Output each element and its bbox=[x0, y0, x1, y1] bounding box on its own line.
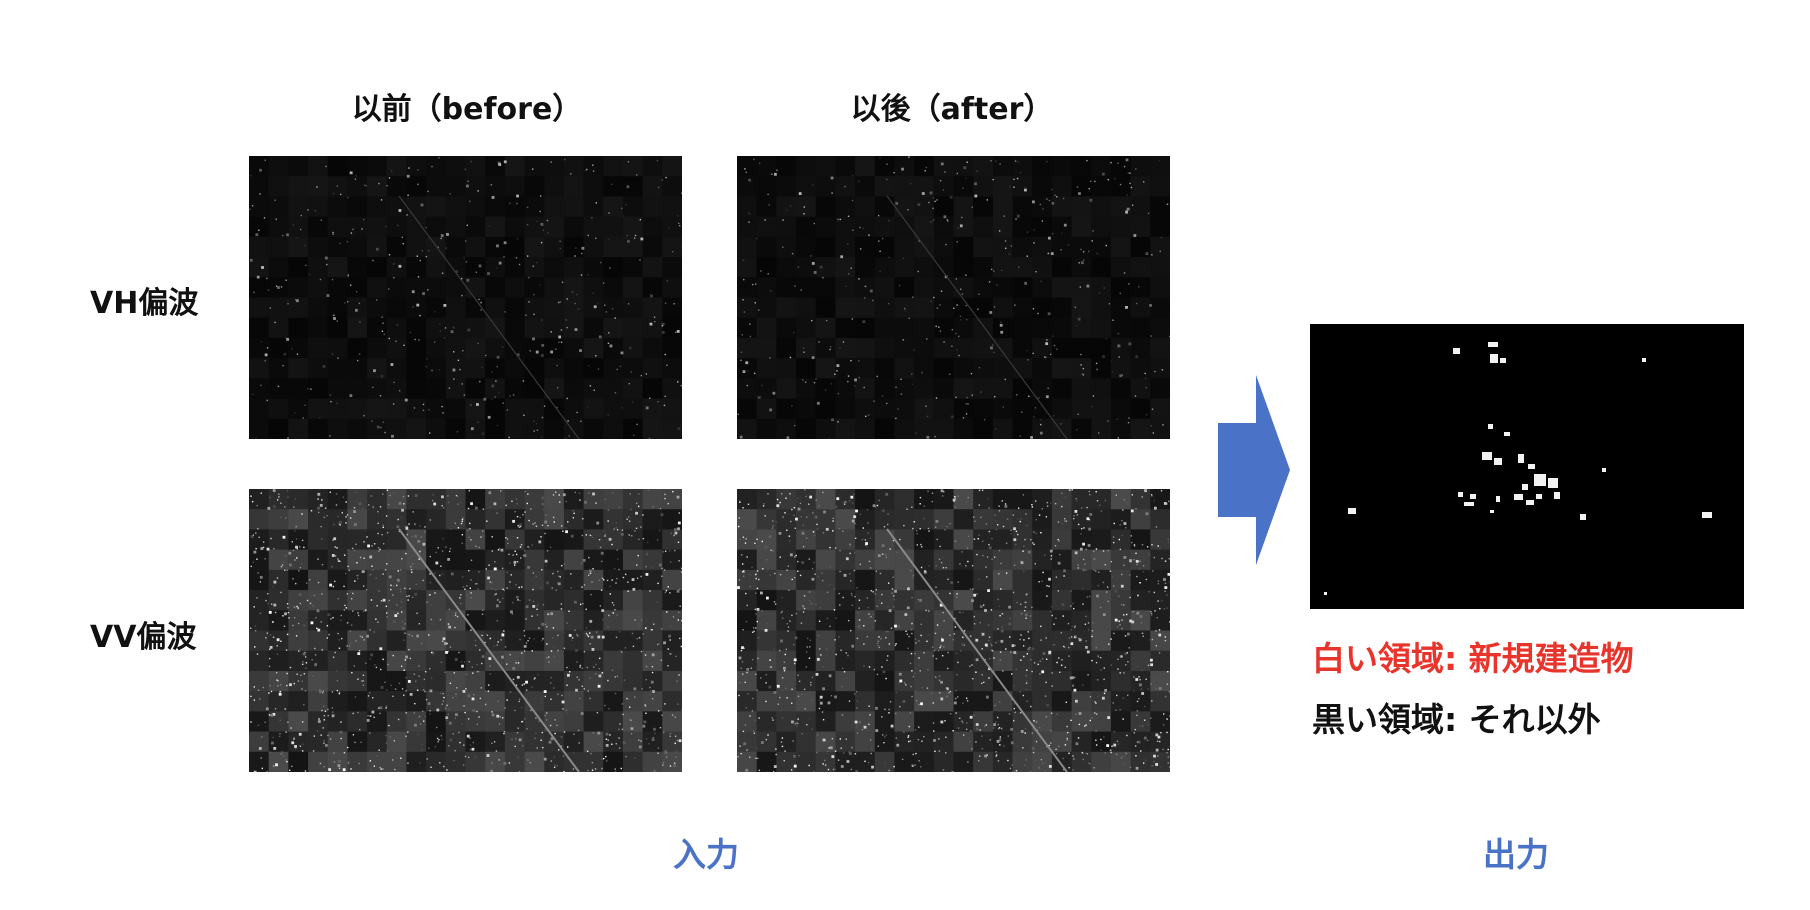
sar-image-vh-before bbox=[249, 156, 682, 439]
sar-image-vh-after bbox=[737, 156, 1170, 439]
row-header-vh: VH偏波 bbox=[90, 286, 199, 321]
row-header-vv: VV偏波 bbox=[90, 620, 197, 655]
output-change-mask bbox=[1310, 324, 1744, 609]
column-header-after: 以後（after） bbox=[850, 92, 1054, 127]
legend-black-region: 黒い領域: それ以外 bbox=[1312, 700, 1601, 739]
column-header-before: 以前（before） bbox=[351, 92, 583, 127]
sar-image-vv-after bbox=[737, 489, 1170, 772]
legend-white-region: 白い領域: 新規建造物 bbox=[1312, 639, 1634, 678]
change-mask-image bbox=[1324, 342, 1712, 595]
output-label: 出力 bbox=[1483, 835, 1549, 874]
sar-image-vv-before bbox=[249, 489, 682, 772]
input-label: 入力 bbox=[673, 835, 739, 874]
right-arrow-icon bbox=[1218, 375, 1290, 565]
